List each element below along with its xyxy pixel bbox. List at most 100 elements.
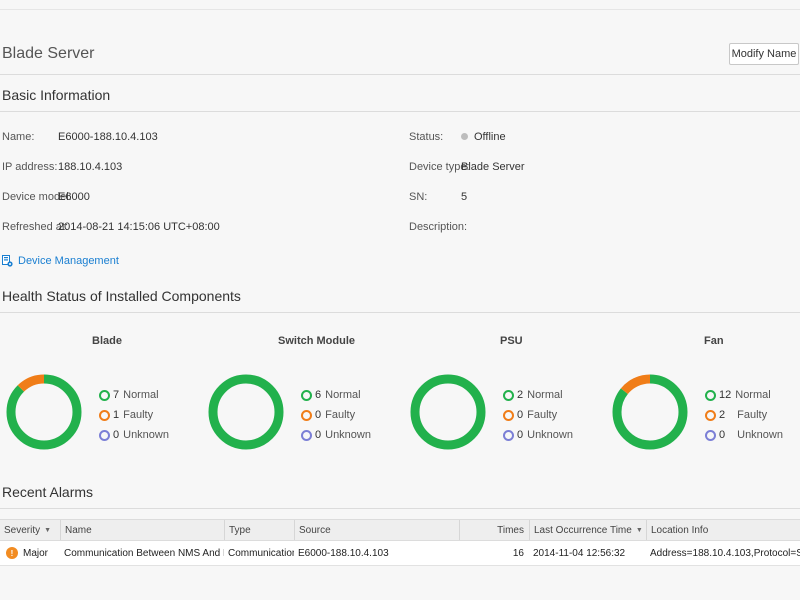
legend-unknown: 0 Unknown — [99, 425, 169, 445]
unknown-ring-icon — [301, 429, 312, 441]
column-name[interactable]: Name — [60, 520, 224, 540]
health-donut-chart — [208, 374, 284, 450]
faulty-label: Faulty — [527, 409, 558, 421]
column-type-label: Type — [229, 524, 251, 536]
health-card-switch-module: Switch Module 6 Normal 0 Faulty 0 Unknown — [204, 330, 404, 475]
normal-ring-icon — [503, 389, 514, 401]
faulty-ring-icon — [705, 409, 716, 421]
sort-down-icon: ▼ — [44, 526, 52, 534]
normal-label: Normal — [735, 389, 771, 401]
column-source[interactable]: Source — [294, 520, 459, 540]
faulty-ring-icon — [503, 409, 514, 421]
status-value: Offline — [461, 131, 506, 143]
health-legend: 7 Normal 1 Faulty 0 Unknown — [99, 385, 169, 445]
status-dot-icon — [461, 133, 468, 140]
health-card-title: Fan — [704, 335, 724, 347]
legend-normal: 2 Normal — [503, 385, 573, 405]
unknown-count: 0 — [517, 429, 524, 441]
divider — [0, 312, 800, 313]
column-severity-label: Severity — [4, 524, 41, 536]
cell-type: Communication... — [228, 547, 294, 559]
cell-name: Communication Between NMS And NE Is A... — [64, 547, 224, 559]
unknown-label: Unknown — [527, 429, 573, 441]
recent-alarms-title: Recent Alarms — [2, 484, 94, 500]
column-last-occurrence-label: Last Occurrence Time — [534, 524, 632, 536]
major-alarm-icon: ! — [6, 547, 18, 559]
faulty-label: Faulty — [737, 409, 768, 421]
legend-unknown: 0 Unknown — [705, 425, 783, 445]
divider — [0, 508, 800, 509]
column-last-occurrence[interactable]: Last Occurrence Time ▼ — [529, 520, 646, 540]
refreshed-value: 2014-08-21 14:15:06 UTC+08:00 — [58, 221, 220, 233]
faulty-count: 1 — [113, 409, 120, 421]
divider — [0, 74, 800, 75]
unknown-label: Unknown — [123, 429, 169, 441]
description-label: Description: — [409, 221, 468, 233]
normal-label: Normal — [123, 389, 159, 401]
cell-source: E6000-188.10.4.103 — [298, 547, 389, 559]
column-source-label: Source — [299, 524, 331, 536]
top-bar — [0, 0, 800, 10]
normal-ring-icon — [301, 389, 312, 401]
health-donut-chart — [612, 374, 688, 450]
status-label: Status: — [409, 131, 444, 143]
alarms-table: Severity ▼ Name Type Source Times Last Oc… — [0, 519, 800, 566]
donut-slice-normal — [6, 374, 82, 450]
divider — [0, 111, 800, 112]
legend-unknown: 0 Unknown — [503, 425, 573, 445]
donut-slice-normal — [410, 374, 486, 450]
unknown-ring-icon — [503, 429, 514, 441]
column-location[interactable]: Location Info — [646, 520, 800, 540]
cell-location: Address=188.10.4.103,Protocol=SNMP,Port — [650, 547, 800, 559]
unknown-ring-icon — [705, 429, 716, 441]
health-donut-chart — [6, 374, 82, 450]
device-type-value: Blade Server — [461, 161, 525, 173]
device-management-label: Device Management — [18, 255, 119, 267]
faulty-label: Faulty — [123, 409, 154, 421]
sort-down-icon: ▼ — [635, 526, 643, 534]
sn-value: 5 — [461, 191, 468, 203]
unknown-label: Unknown — [325, 429, 371, 441]
sn-label: SN: — [409, 191, 428, 203]
cell-times: 16 — [512, 547, 524, 559]
legend-faulty: 0 Faulty — [301, 405, 371, 425]
basic-info-title: Basic Information — [2, 87, 111, 103]
name-value: E6000-188.10.4.103 — [58, 131, 158, 143]
normal-count: 2 — [517, 389, 524, 401]
normal-count: 7 — [113, 389, 120, 401]
legend-normal: 6 Normal — [301, 385, 371, 405]
unknown-count: 0 — [315, 429, 322, 441]
health-card-title: PSU — [500, 335, 523, 347]
cell-last-occurrence: 2014-11-04 12:56:32 — [533, 547, 626, 559]
column-severity[interactable]: Severity ▼ — [0, 520, 60, 540]
column-location-label: Location Info — [651, 524, 709, 536]
health-card-title: Switch Module — [278, 335, 355, 347]
health-card-fan: Fan 12 Normal 2 Faulty 0 Unknown — [608, 330, 800, 475]
health-legend: 6 Normal 0 Faulty 0 Unknown — [301, 385, 371, 445]
unknown-ring-icon — [99, 429, 110, 441]
legend-unknown: 0 Unknown — [301, 425, 371, 445]
device-management-link[interactable]: Device Management — [2, 255, 119, 267]
column-type[interactable]: Type — [224, 520, 294, 540]
column-name-label: Name — [65, 524, 92, 536]
modify-name-button[interactable]: Modify Name — [729, 43, 799, 65]
faulty-label: Faulty — [325, 409, 356, 421]
column-times-label: Times — [497, 524, 524, 536]
column-times[interactable]: Times — [459, 520, 529, 540]
health-legend: 2 Normal 0 Faulty 0 Unknown — [503, 385, 573, 445]
faulty-count: 0 — [315, 409, 322, 421]
donut-slice-normal — [208, 374, 284, 450]
faulty-count: 0 — [517, 409, 524, 421]
normal-ring-icon — [705, 389, 716, 401]
table-row[interactable]: ! Major Communication Between NMS And NE … — [0, 541, 800, 566]
health-status-title: Health Status of Installed Components — [2, 288, 241, 304]
faulty-ring-icon — [99, 409, 110, 421]
unknown-label: Unknown — [737, 429, 783, 441]
unknown-count: 0 — [719, 429, 726, 441]
normal-ring-icon — [99, 389, 110, 401]
status-text: Offline — [474, 131, 506, 143]
faulty-ring-icon — [301, 409, 312, 421]
table-header: Severity ▼ Name Type Source Times Last Oc… — [0, 519, 800, 541]
legend-faulty: 2 Faulty — [705, 405, 783, 425]
legend-faulty: 1 Faulty — [99, 405, 169, 425]
